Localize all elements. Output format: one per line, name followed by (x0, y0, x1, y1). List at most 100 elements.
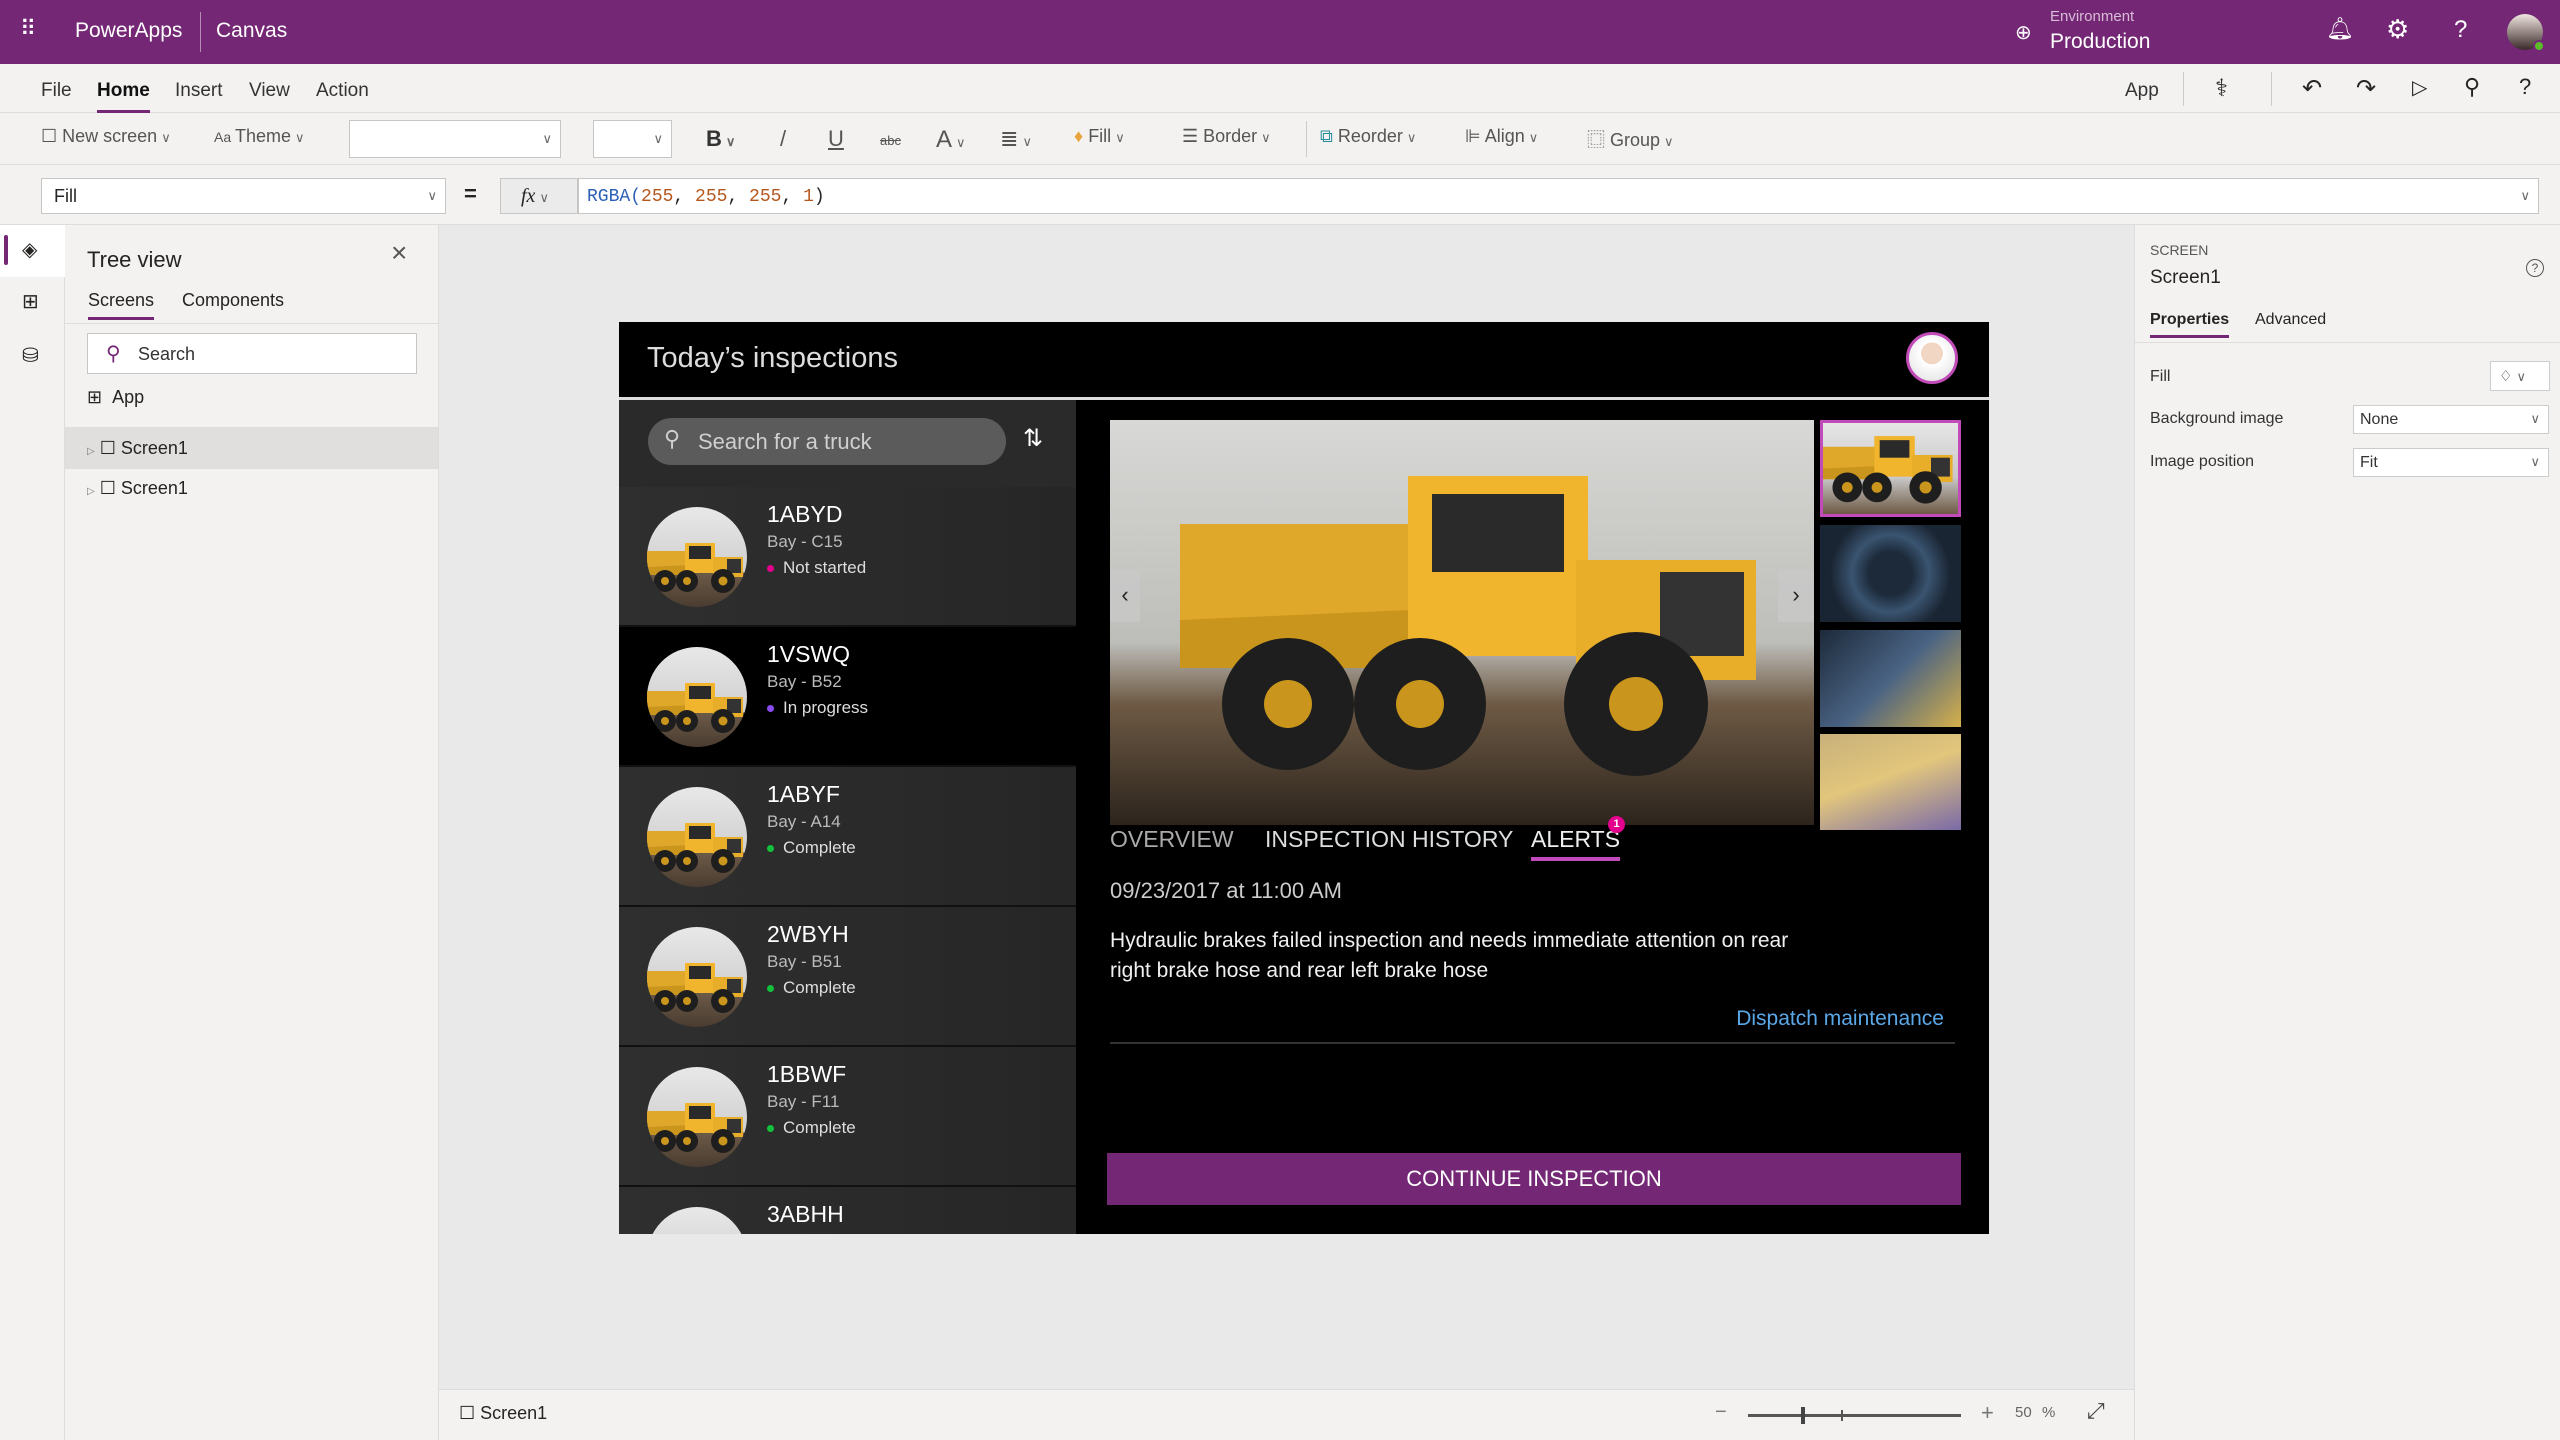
notification-bell-icon[interactable]: 🔔︎ (2326, 16, 2354, 42)
user-avatar[interactable] (2507, 14, 2545, 52)
truck-status: In progress (767, 698, 868, 718)
insert-components-icon[interactable]: ⊞ (22, 289, 39, 314)
strikethrough-button[interactable]: abc (880, 133, 901, 148)
align-button[interactable]: ⊫ Align ∨ (1465, 126, 1538, 147)
formula-arg: 1 (803, 187, 814, 207)
tree-item-app[interactable]: ⊞ App (87, 387, 144, 408)
truck-status: Not started (767, 558, 866, 578)
divider (1306, 121, 1307, 157)
formula-arg: 255 (695, 187, 728, 207)
truck-list-item[interactable]: 1BBWF Bay - F11 Complete (619, 1047, 1076, 1187)
status-text: Complete (783, 978, 856, 997)
menu-home[interactable]: Home (97, 80, 150, 114)
undo-icon[interactable]: ↶ (2302, 74, 2322, 103)
app-launcher-icon[interactable]: ⠿ (20, 16, 36, 42)
truck-list-item[interactable]: 2WBYH Bay - B51 Complete (619, 907, 1076, 1047)
menu-view[interactable]: View (249, 80, 290, 102)
zoom-slider-thumb[interactable] (1801, 1407, 1805, 1424)
app-checker-stethoscope-icon[interactable]: ⚕ (2215, 74, 2228, 103)
tree-item-screen[interactable]: ▷ ☐ Screen1 (65, 427, 438, 469)
group-label: Group (1610, 130, 1661, 150)
divider (65, 323, 439, 324)
screen-icon: ☐ (459, 1403, 481, 1423)
zoom-in-button[interactable]: + (1981, 1400, 1994, 1426)
truck-search-input[interactable]: ⚲ Search for a truck (648, 418, 1006, 465)
bold-button[interactable]: B ∨ (706, 126, 735, 152)
next-image-button[interactable]: › (1778, 570, 1814, 622)
play-preview-icon[interactable]: ▷ (2412, 75, 2427, 100)
background-image-label: Background image (2150, 410, 2284, 427)
inspector-avatar[interactable] (1906, 332, 1958, 384)
app-button[interactable]: App (2125, 80, 2159, 102)
expand-caret-icon[interactable]: ▷ (87, 486, 95, 497)
tab-inspection-history[interactable]: INSPECTION HISTORY (1265, 826, 1513, 853)
tab-advanced[interactable]: Advanced (2255, 311, 2326, 329)
app-screen-canvas[interactable]: Today’s inspections ⚲ Search for a truck… (619, 322, 1989, 1234)
tab-properties[interactable]: Properties (2150, 311, 2230, 338)
close-icon[interactable]: × (391, 237, 407, 269)
sort-icon[interactable]: ⇅ (1023, 424, 1043, 453)
truck-list-item[interactable]: 1ABYD Bay - C15 Not started (619, 487, 1076, 627)
settings-gear-icon[interactable]: ⚙ (2386, 14, 2409, 45)
tree-view-tab[interactable]: ◈ (0, 225, 65, 277)
menu-insert[interactable]: Insert (175, 80, 223, 102)
truck-avatar-image (647, 787, 747, 887)
continue-inspection-button[interactable]: CONTINUE INSPECTION (1107, 1153, 1961, 1205)
truck-list-item[interactable]: 1ABYF Bay - A14 Complete (619, 767, 1076, 907)
fill-color-picker[interactable]: ♢ ∨ (2490, 361, 2550, 391)
tab-screens[interactable]: Screens (88, 290, 155, 320)
zoom-slider[interactable] (1748, 1407, 1961, 1424)
font-color-button[interactable]: A ∨ (936, 126, 966, 154)
redo-icon[interactable]: ↷ (2356, 74, 2376, 103)
fit-to-window-icon[interactable]: ⤢ (2087, 1398, 2105, 1424)
zoom-value: 50 (2015, 1404, 2032, 1421)
background-image-dropdown[interactable]: None ∨ (2353, 405, 2549, 434)
chevron-down-icon: ∨ (539, 190, 549, 205)
image-position-dropdown[interactable]: Fit ∨ (2353, 448, 2549, 477)
expand-caret-icon[interactable]: ▷ (87, 446, 95, 457)
previous-image-button[interactable]: ‹ (1110, 570, 1140, 622)
border-button[interactable]: ☰ Border ∨ (1182, 126, 1271, 147)
thumbnail-hose[interactable] (1820, 630, 1961, 727)
underline-button[interactable]: U (828, 126, 844, 152)
font-family-dropdown[interactable]: ∨ (349, 120, 561, 158)
bold-icon: B (706, 126, 722, 151)
thumbnail-selected[interactable] (1820, 420, 1961, 517)
formula-input[interactable]: RGBA(255, 255, 255, 1) ∨ (578, 178, 2539, 214)
help-circle-icon[interactable]: ? (2526, 259, 2544, 277)
tree-search-input[interactable]: ⚲ Search (87, 333, 417, 374)
group-button[interactable]: ⿴ Group ∨ (1587, 126, 1674, 152)
menu-action[interactable]: Action (316, 80, 369, 102)
fill-button[interactable]: ♦ Fill ∨ (1074, 126, 1125, 147)
formula-arg: 255 (749, 187, 782, 207)
help-icon[interactable]: ? (2519, 74, 2531, 100)
italic-button[interactable]: / (780, 126, 786, 152)
theme-button[interactable]: Aa Theme ∨ (214, 126, 305, 147)
tab-overview[interactable]: OVERVIEW (1110, 826, 1234, 853)
tab-components[interactable]: Components (182, 290, 284, 311)
property-dropdown[interactable]: Fill ∨ (41, 178, 446, 214)
truck-id: 1BBWF (767, 1061, 847, 1087)
truck-list-item[interactable]: 1VSWQ Bay - B52 In progress (619, 627, 1076, 767)
thumbnail-brake[interactable] (1820, 734, 1961, 830)
current-screen-indicator[interactable]: ☐ Screen1 (459, 1403, 547, 1424)
reorder-button[interactable]: ⧉ Reorder ∨ (1320, 126, 1416, 147)
menu-file[interactable]: File (41, 80, 72, 102)
share-user-icon[interactable]: ⚲ (2464, 74, 2480, 100)
thumbnail-tire[interactable] (1820, 525, 1961, 622)
reorder-icon: ⧉ (1320, 126, 1338, 146)
status-text: In progress (783, 698, 869, 717)
dispatch-maintenance-link[interactable]: Dispatch maintenance (1736, 1007, 1944, 1031)
text-align-button[interactable]: ≣ ∨ (1000, 126, 1032, 152)
expand-formula-chevron-icon[interactable]: ∨ (2520, 188, 2530, 204)
zoom-out-button[interactable]: − (1715, 1401, 1727, 1424)
fx-button[interactable]: fx ∨ (500, 178, 578, 214)
data-sources-icon[interactable]: ⛁ (22, 343, 39, 368)
font-size-dropdown[interactable]: ∨ (593, 120, 672, 158)
tab-alerts[interactable]: ALERTS (1531, 826, 1621, 861)
tree-item-screen[interactable]: ▷ ☐ Screen1 (65, 469, 438, 509)
help-icon[interactable]: ? (2454, 16, 2467, 44)
truck-avatar-image (647, 647, 747, 747)
new-screen-button[interactable]: ☐ New screen ∨ (41, 126, 171, 147)
truck-list-item[interactable]: 3ABHH Bay - B09 (619, 1187, 1076, 1234)
